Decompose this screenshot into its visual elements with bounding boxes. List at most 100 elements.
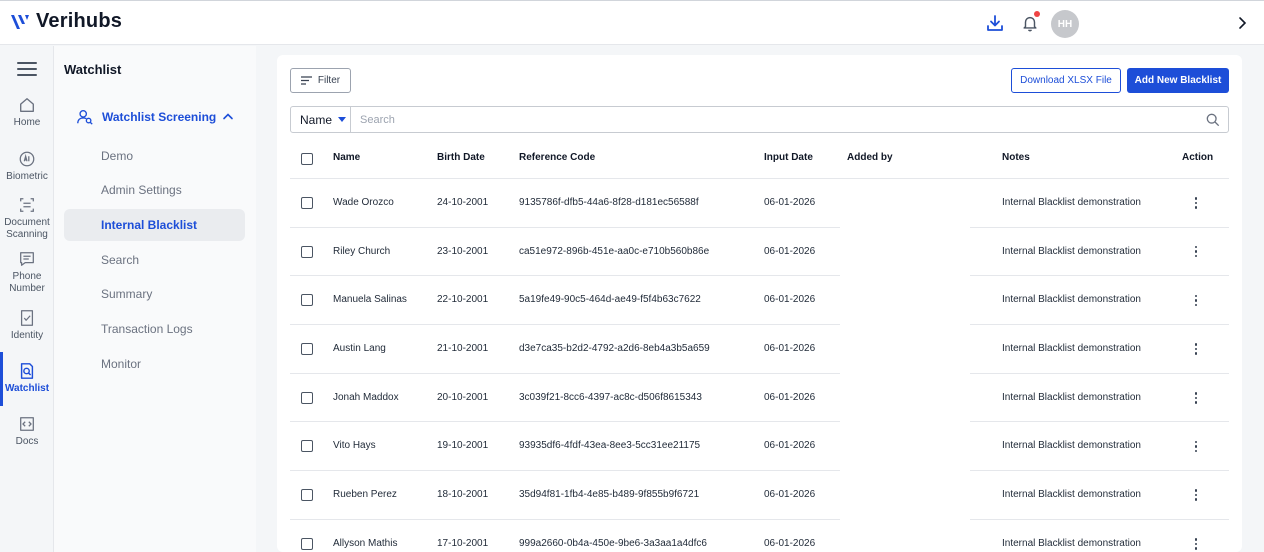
- brand[interactable]: Verihubs: [10, 10, 122, 33]
- menu-icon[interactable]: [17, 62, 37, 78]
- rail-item-document-scanning[interactable]: Document Scanning: [0, 196, 54, 241]
- cell-input-date: 06-01-2026: [764, 391, 816, 403]
- cell-name: Allyson Mathis: [333, 537, 398, 549]
- download-xlsx-button[interactable]: Download XLSX File: [1011, 68, 1121, 93]
- rail-label-watchlist: Watchlist: [4, 383, 50, 394]
- chevron-right-icon[interactable]: [1233, 13, 1251, 33]
- avatar[interactable]: HH: [1051, 10, 1079, 38]
- add-new-blacklist-button[interactable]: Add New Blacklist: [1127, 68, 1229, 93]
- top-bar: Verihubs HH: [0, 0, 1264, 45]
- cell-reference-code: 93935df6-4fdf-43ea-8ee3-5cc31ee21175: [519, 440, 701, 452]
- more-vertical-icon[interactable]: [1191, 438, 1201, 454]
- rail-item-docs[interactable]: Docs: [0, 415, 54, 448]
- more-vertical-icon[interactable]: [1191, 390, 1201, 406]
- cell-input-date: 06-01-2026: [764, 343, 816, 355]
- rail-label-home: Home: [13, 117, 41, 128]
- filter-button[interactable]: Filter: [290, 68, 351, 93]
- select-all-checkbox[interactable]: [301, 153, 313, 165]
- search-field-select[interactable]: Name: [291, 107, 351, 132]
- rail-item-identity[interactable]: Identity: [0, 309, 54, 342]
- brand-name: Verihubs: [36, 10, 123, 32]
- cell-reference-code: 5a19fe49-90c5-464d-ae49-f5f4b63c7622: [519, 294, 701, 306]
- row-checkbox[interactable]: [301, 440, 313, 453]
- cell-notes: Internal Blacklist demonstration: [1002, 440, 1141, 452]
- rail-item-biometric[interactable]: Biometric: [0, 150, 54, 183]
- cell-notes: Internal Blacklist demonstration: [1002, 343, 1141, 355]
- cell-notes: Internal Blacklist demonstration: [1002, 391, 1141, 403]
- row-checkbox[interactable]: [301, 294, 313, 307]
- cell-name: Riley Church: [333, 245, 391, 257]
- more-vertical-icon[interactable]: [1191, 195, 1201, 211]
- col-notes[interactable]: Notes: [1002, 152, 1030, 163]
- cell-name: Rueben Perez: [333, 489, 397, 501]
- rail-item-phone-number[interactable]: Phone Number: [0, 250, 54, 295]
- table-row[interactable]: Rueben Perez 18-10-2001 35d94f81-1fb4-4e85…: [290, 471, 1229, 520]
- subnav-item-internal-blacklist[interactable]: Internal Blacklist: [64, 209, 245, 241]
- download-icon[interactable]: [983, 11, 1007, 35]
- subnav-item-search[interactable]: Search: [64, 244, 245, 276]
- subnav-item-admin-settings[interactable]: Admin Settings: [64, 174, 245, 206]
- cell-input-date: 06-01-2026: [764, 537, 816, 549]
- more-vertical-icon[interactable]: [1191, 536, 1201, 552]
- cell-birth-date: 22-10-2001: [437, 294, 489, 306]
- rail-item-watchlist[interactable]: Watchlist: [0, 362, 54, 395]
- user-search-icon: [77, 110, 93, 125]
- table-row[interactable]: Jonah Maddox 20-10-2001 3c039f21-8cc6-4397…: [290, 374, 1229, 423]
- search-icon[interactable]: [1198, 107, 1228, 132]
- search-input[interactable]: [351, 107, 1198, 132]
- table-row[interactable]: Manuela Salinas 22-10-2001 5a19fe49-90c5-4…: [290, 276, 1229, 326]
- col-reference-code[interactable]: Reference Code: [519, 152, 595, 163]
- more-vertical-icon[interactable]: [1191, 341, 1201, 357]
- cell-input-date: 06-01-2026: [764, 294, 816, 306]
- subnav-item-monitor[interactable]: Monitor: [64, 348, 245, 380]
- row-checkbox[interactable]: [301, 537, 313, 550]
- search-bar: Name: [290, 106, 1229, 133]
- message-icon: [20, 252, 34, 266]
- table-header: Name Birth Date Reference Code Input Dat…: [290, 138, 1229, 179]
- blacklist-table: Name Birth Date Reference Code Input Dat…: [290, 138, 1229, 552]
- col-name[interactable]: Name: [333, 152, 360, 163]
- cell-reference-code: 9135786f-dfb5-44a6-8f28-d181ec56588f: [519, 197, 699, 208]
- cell-notes: Internal Blacklist demonstration: [1002, 294, 1141, 306]
- cell-reference-code: 35d94f81-1fb4-4e85-b489-9f855b9f6721: [519, 489, 700, 501]
- rail-label-biometric: Biometric: [6, 171, 48, 182]
- biometric-icon: [19, 151, 35, 167]
- cell-notes: Internal Blacklist demonstration: [1002, 197, 1141, 208]
- subnav-item-summary[interactable]: Summary: [64, 278, 245, 310]
- table-row[interactable]: Riley Church 23-10-2001 ca51e972-896b-451e…: [290, 228, 1229, 277]
- rail-label-identity: Identity: [10, 330, 44, 341]
- col-birth-date[interactable]: Birth Date: [437, 152, 485, 163]
- row-checkbox[interactable]: [301, 197, 313, 209]
- cell-birth-date: 19-10-2001: [437, 440, 489, 452]
- rail-label-phone-number: Phone Number: [9, 271, 45, 294]
- cell-name: Vito Hays: [333, 440, 376, 452]
- cell-birth-date: 23-10-2001: [437, 245, 489, 257]
- row-checkbox[interactable]: [301, 343, 313, 356]
- col-input-date[interactable]: Input Date: [764, 152, 813, 163]
- subnav-item-demo[interactable]: Demo: [64, 140, 245, 172]
- table-row[interactable]: Allyson Mathis 17-10-2001 999a2660-0b4a-45…: [290, 520, 1229, 552]
- cell-reference-code: 999a2660-0b4a-450e-9be6-3a3aa1a4dfc6: [519, 537, 707, 549]
- table-row[interactable]: Wade Orozco 24-10-2001 9135786f-dfb5-44a6-…: [290, 179, 1229, 228]
- filter-lines-icon: [300, 76, 312, 85]
- rail-item-home[interactable]: Home: [0, 96, 54, 129]
- subnav-item-transaction-logs[interactable]: Transaction Logs: [64, 313, 245, 345]
- chevron-up-icon[interactable]: [222, 112, 234, 120]
- more-vertical-icon[interactable]: [1191, 244, 1201, 260]
- cell-input-date: 06-01-2026: [764, 489, 816, 501]
- table-row[interactable]: Austin Lang 21-10-2001 d3e7ca35-b2d2-4792-…: [290, 325, 1229, 374]
- col-added-by[interactable]: Added by: [847, 152, 893, 163]
- cell-input-date: 06-01-2026: [764, 197, 816, 208]
- document-scan-icon: [20, 198, 34, 212]
- home-icon: [20, 98, 34, 112]
- table-row[interactable]: Vito Hays 19-10-2001 93935df6-4fdf-43ea-8e…: [290, 422, 1229, 472]
- cell-input-date: 06-01-2026: [764, 440, 816, 452]
- row-checkbox[interactable]: [301, 489, 313, 502]
- bell-icon[interactable]: [1018, 11, 1042, 35]
- row-checkbox[interactable]: [301, 391, 313, 404]
- search-field-value: Name: [300, 112, 333, 127]
- more-vertical-icon[interactable]: [1191, 487, 1201, 503]
- watchlist-screening-group[interactable]: Watchlist Screening: [76, 108, 216, 126]
- row-checkbox[interactable]: [301, 245, 313, 258]
- more-vertical-icon[interactable]: [1191, 292, 1201, 308]
